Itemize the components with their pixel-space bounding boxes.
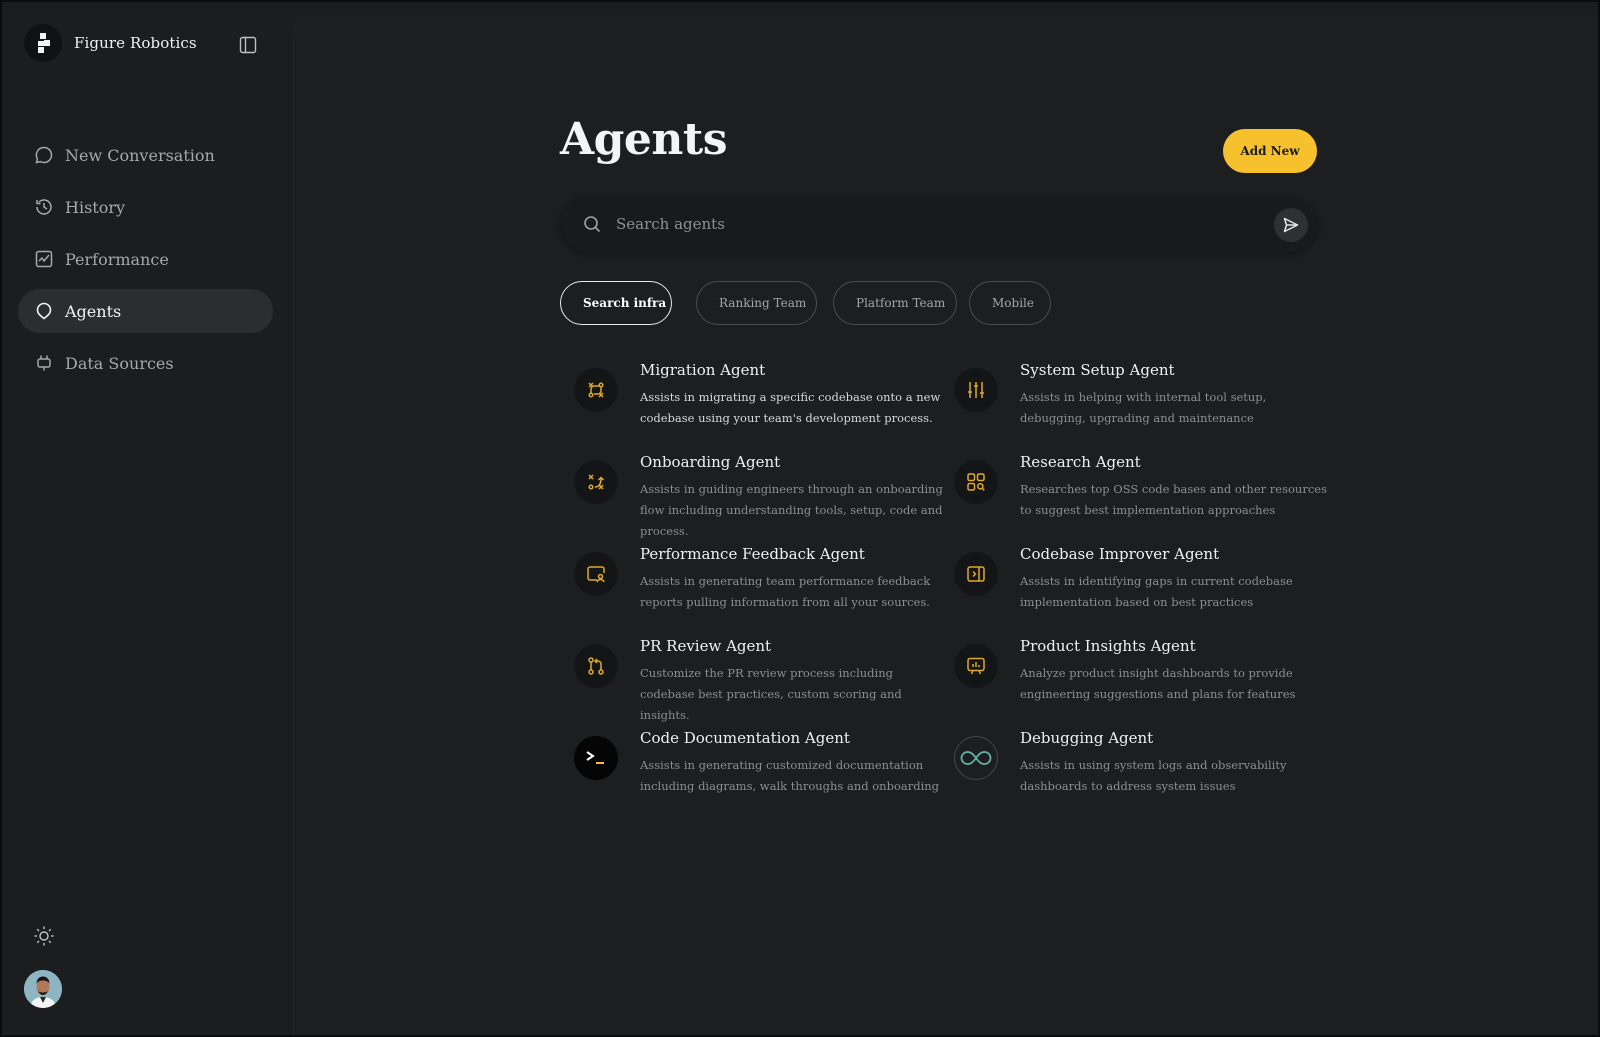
agent-description: Analyze product insight dashboards to pr… (1020, 666, 1296, 701)
plug-icon (33, 352, 55, 374)
search-bar (560, 196, 1318, 252)
agent-description: Assists in migrating a specific codebase… (640, 390, 941, 425)
agent-card-migration[interactable]: Migration Agent Assists in migrating a s… (574, 361, 944, 441)
agent-name: Code Documentation Agent (640, 729, 850, 747)
agent-bubble-icon (33, 300, 55, 322)
brand-logo-icon (24, 24, 62, 62)
agent-name: Onboarding Agent (640, 453, 781, 471)
search-icon (582, 214, 602, 234)
agent-name: Research Agent (1020, 453, 1141, 471)
agent-description: Assists in using system logs and observa… (1020, 758, 1287, 793)
agent-name: Product Insights Agent (1020, 637, 1196, 655)
agent-description: Customize the PR review process includin… (640, 666, 902, 722)
agent-name: Migration Agent (640, 361, 766, 379)
filter-chip-platform-team[interactable]: Platform Team (833, 281, 957, 325)
agent-name: PR Review Agent (640, 637, 772, 655)
agent-card-debugging[interactable]: Debugging Agent Assists in using system … (954, 729, 1324, 809)
filter-chips: Search infra Ranking Team Platform Team … (560, 281, 1063, 325)
agent-card-performance-feedback[interactable]: Performance Feedback Agent Assists in ge… (574, 545, 944, 625)
agent-name: Codebase Improver Agent (1020, 545, 1220, 563)
grid-search-icon (954, 460, 998, 504)
main-panel: Agents Add New Search agents Search infr… (294, 16, 1598, 1035)
avatar[interactable] (24, 970, 62, 1008)
sidebar-nav: New Conversation History Performance Age… (18, 133, 273, 393)
history-icon (33, 196, 55, 218)
app-window: Figure Robotics New Conversation History… (2, 2, 1598, 1035)
sidebar-item-label: History (65, 197, 126, 217)
sidebar-item-label: New Conversation (65, 145, 215, 165)
sidebar-item-new-conversation[interactable]: New Conversation (18, 133, 273, 177)
sidebar-item-history[interactable]: History (18, 185, 273, 229)
add-new-button[interactable]: Add New (1223, 129, 1317, 173)
send-icon[interactable] (1274, 208, 1308, 242)
sidebar: Figure Robotics New Conversation History… (2, 2, 294, 1035)
agent-card-pr-review[interactable]: PR Review Agent Customize the PR review … (574, 637, 944, 722)
sidebar-item-label: Agents (65, 301, 122, 321)
agent-card-system-setup[interactable]: System Setup Agent Assists in helping wi… (954, 361, 1324, 441)
agent-card-research[interactable]: Research Agent Researches top OSS code b… (954, 453, 1327, 533)
sliders-icon (954, 368, 998, 412)
agent-description: Assists in generating customized documen… (640, 758, 940, 793)
infinity-icon (954, 736, 998, 780)
agent-card-code-documentation[interactable]: Code Documentation Agent Assists in gene… (574, 729, 944, 809)
agent-description: Assists in generating team performance f… (640, 574, 931, 609)
brand-name: Figure Robotics (74, 34, 197, 52)
presentation-chart-icon (954, 644, 998, 688)
agent-description: Assists in guiding engineers through an … (640, 482, 943, 538)
terminal-icon (574, 736, 618, 780)
agent-name: System Setup Agent (1020, 361, 1175, 379)
sidebar-item-label: Performance (65, 249, 169, 269)
screen-user-icon (574, 552, 618, 596)
sidebar-item-agents[interactable]: Agents (18, 289, 273, 333)
agent-description: Researches top OSS code bases and other … (1020, 482, 1327, 517)
filter-chip-mobile[interactable]: Mobile (969, 281, 1051, 325)
agent-card-product-insights[interactable]: Product Insights Agent Analyze product i… (954, 637, 1324, 717)
agent-description: Assists in helping with internal tool se… (1020, 390, 1267, 425)
strategy-icon (574, 460, 618, 504)
agent-name: Debugging Agent (1020, 729, 1154, 747)
chat-bubble-icon (33, 144, 55, 166)
code-panel-icon (954, 552, 998, 596)
sidebar-toggle-icon[interactable] (238, 35, 258, 55)
filter-chip-search-infra[interactable]: Search infra (560, 281, 672, 325)
migration-arrows-icon (574, 368, 618, 412)
search-input[interactable] (616, 208, 1256, 240)
git-pull-request-icon (574, 644, 618, 688)
performance-chart-icon (33, 248, 55, 270)
page-title: Agents (560, 114, 727, 165)
agent-card-codebase-improver[interactable]: Codebase Improver Agent Assists in ident… (954, 545, 1324, 625)
agent-name: Performance Feedback Agent (640, 545, 865, 563)
sidebar-item-label: Data Sources (65, 353, 174, 373)
sidebar-item-data-sources[interactable]: Data Sources (18, 341, 273, 385)
sidebar-item-performance[interactable]: Performance (18, 237, 273, 281)
brand[interactable]: Figure Robotics (24, 24, 197, 62)
sun-icon[interactable] (32, 924, 56, 948)
filter-chip-ranking-team[interactable]: Ranking Team (696, 281, 817, 325)
agent-description: Assists in identifying gaps in current c… (1020, 574, 1293, 609)
agent-card-onboarding[interactable]: Onboarding Agent Assists in guiding engi… (574, 453, 944, 538)
